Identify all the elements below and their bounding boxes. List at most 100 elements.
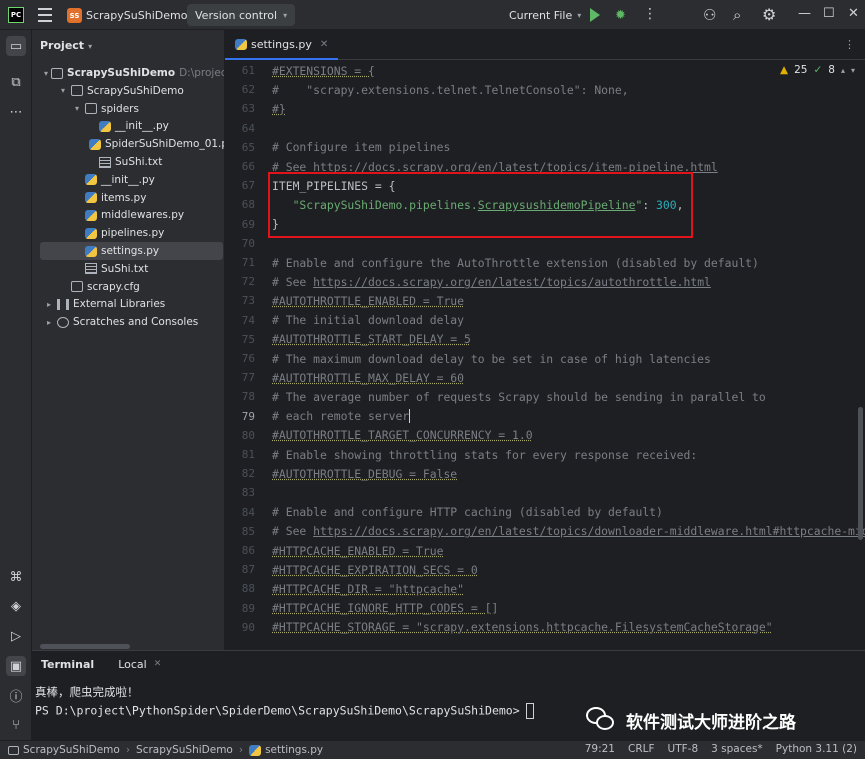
code-line[interactable]: 86 #HTTPCACHE_ENABLED = True [225,541,865,560]
code-token: # The maximum download delay to be set i… [272,351,711,366]
more-tools-icon[interactable]: ⋯ [6,102,26,122]
tab-options-icon[interactable]: ⋮ [844,38,855,51]
code-line[interactable]: 84 # Enable and configure HTTP caching (d… [225,503,865,522]
code-line[interactable]: 85 # See https://docs.scrapy.org/en/lates… [225,522,865,541]
code-token: # See [272,274,314,289]
more-actions-icon[interactable]: ⋮ [643,6,657,22]
project-badge[interactable]: SS [67,8,82,23]
code-line[interactable]: 62 # "scrapy.extensions.telnet.TelnetCons… [225,80,865,99]
code-line[interactable]: 80 #AUTOTHROTTLE_TARGET_CONCURRENCY = 1.0 [225,426,865,445]
tree-item-label: SuShi.txt [101,262,149,275]
code-line[interactable]: 78 # The average number of requests Scrap… [225,387,865,406]
run-icon[interactable] [590,8,600,22]
folder-icon [85,103,97,115]
tree-item[interactable]: settings.py [40,242,223,260]
code-token: #AUTOTHROTTLE_ENABLED = True [272,293,465,308]
code-token: #AUTOTHROTTLE_START_DELAY = 5 [272,332,471,347]
python-interpreter[interactable]: Python 3.11 (2) [776,743,857,755]
close-tab-icon[interactable]: ✕ [154,659,162,669]
code-line[interactable]: 83 [225,483,865,502]
code-line[interactable]: 79 # each remote server [225,407,865,426]
horizontal-scrollbar[interactable] [40,644,130,649]
run-configuration-selector[interactable]: Current File ▾ [509,9,581,22]
tree-item[interactable]: ▸ External Libraries [32,295,224,313]
code-line[interactable]: 76 # The maximum download delay to be set… [225,349,865,368]
inspection-widget[interactable]: ▲ 25 ✓ 8 ▴ ▾ [780,64,855,76]
tree-item[interactable]: __init__.py [32,117,224,135]
code-line[interactable]: 71 # Enable and configure the AutoThrottl… [225,253,865,272]
services-icon[interactable]: ▷ [6,626,26,646]
chevron-down-icon[interactable]: ▾ [851,66,855,75]
add-user-icon[interactable]: ⚇ [703,6,716,24]
code-line[interactable]: 65 # Configure item pipelines [225,138,865,157]
tree-item[interactable]: SpiderSuShiDemo_01.py [32,135,224,153]
version-control-button[interactable]: Version control ▾ [187,4,296,26]
tree-item[interactable]: SuShi.txt [32,153,224,171]
line-separator[interactable]: CRLF [628,743,655,755]
python-packages-icon[interactable]: ◈ [6,596,26,616]
git-icon[interactable]: ⑂ [6,715,26,735]
search-icon[interactable]: ⌕ [733,6,741,24]
code-line[interactable]: 61 #EXTENSIONS = { [225,61,865,80]
project-panel-title[interactable]: Project ▾ [40,39,92,52]
code-line[interactable]: 87 #HTTPCACHE_EXPIRATION_SECS = 0 [225,560,865,579]
tree-item[interactable]: __init__.py [32,171,224,189]
code-line[interactable]: 72 # See https://docs.scrapy.org/en/lates… [225,272,865,291]
tree-item[interactable]: SuShi.txt [32,260,224,278]
code-line[interactable]: 90 #HTTPCACHE_STORAGE = "scrapy.extension… [225,618,865,637]
project-tool-icon[interactable]: ▭ [6,36,26,56]
code-line[interactable]: 73 #AUTOTHROTTLE_ENABLED = True [225,291,865,310]
breadcrumb-item[interactable]: settings.py [265,744,323,756]
chevron-right-icon[interactable]: ▸ [44,300,54,309]
maximize-icon[interactable]: ☐ [823,6,835,21]
indent-setting[interactable]: 3 spaces* [711,743,763,755]
tree-item[interactable]: scrapy.cfg [32,278,224,296]
code-line[interactable]: 81 # Enable showing throttling stats for … [225,445,865,464]
chevron-up-icon[interactable]: ▴ [841,66,845,75]
code-line[interactable]: 64 [225,119,865,138]
tree-item[interactable]: pipelines.py [32,224,224,242]
tree-item[interactable]: ▾ ScrapySuShiDemo [32,82,224,100]
code-line[interactable]: 63 #} [225,99,865,118]
close-window-icon[interactable]: ✕ [848,6,859,21]
gear-icon[interactable]: ⚙ [762,5,776,24]
tab-settings-py[interactable]: settings.py ✕ [225,30,339,60]
code-line[interactable]: 82 #AUTOTHROTTLE_DEBUG = False [225,464,865,483]
problems-icon[interactable]: ⓘ [6,685,26,705]
tree-item[interactable]: ▾ spiders [32,100,224,118]
folder-icon [8,745,19,755]
structure-tool-icon[interactable]: ⧉ [6,72,26,92]
python-console-icon[interactable]: ⌘ [6,567,26,587]
terminal-tool-icon[interactable]: ▣ [6,656,26,676]
terminal-tab-local[interactable]: Local [118,658,147,671]
tree-item[interactable]: ▸ Scratches and Consoles [32,313,224,331]
chevron-right-icon[interactable]: ▸ [44,318,54,327]
caret-position[interactable]: 79:21 [585,743,615,755]
debug-icon[interactable]: ✹ [615,8,626,23]
tree-item[interactable]: middlewares.py [32,206,224,224]
vertical-scrollbar[interactable] [858,407,863,540]
project-path-hint: D:\project\Pyth [179,67,224,79]
terminal-prompt-line[interactable]: PS D:\project\PythonSpider\SpiderDemo\Sc… [35,703,534,719]
code-line[interactable]: 74 # The initial download delay [225,311,865,330]
folder-icon [71,85,83,97]
file-encoding[interactable]: UTF-8 [668,743,699,755]
code-line[interactable]: 75 #AUTOTHROTTLE_START_DELAY = 5 [225,330,865,349]
breadcrumb-item[interactable]: ScrapySuShiDemo [23,744,120,756]
tree-item[interactable]: items.py [32,189,224,207]
close-tab-icon[interactable]: ✕ [320,39,328,50]
code-line[interactable]: 89 #HTTPCACHE_IGNORE_HTTP_CODES = [] [225,599,865,618]
chevron-down-icon[interactable]: ▾ [44,69,48,78]
main-menu-icon[interactable] [38,8,52,22]
code-line[interactable]: 77 #AUTOTHROTTLE_MAX_DELAY = 60 [225,368,865,387]
chevron-down-icon[interactable]: ▾ [72,104,82,113]
code-line[interactable]: 88 #HTTPCACHE_DIR = "httpcache" [225,579,865,598]
tree-item[interactable]: ▾ ScrapySuShiDemoD:\project\Pyth [32,64,224,82]
breadcrumb-item[interactable]: ScrapySuShiDemo [136,744,233,756]
project-switcher[interactable]: ScrapySuShiDemo▾ [86,9,196,22]
minimize-icon[interactable]: — [798,6,811,21]
chevron-down-icon[interactable]: ▾ [58,86,68,95]
code-text: #AUTOTHROTTLE_TARGET_CONCURRENCY = 1.0 [272,428,533,442]
code-editor[interactable]: 61 #EXTENSIONS = {62 # "scrapy.extensions.… [225,60,865,650]
check-icon: ✓ [813,64,823,76]
